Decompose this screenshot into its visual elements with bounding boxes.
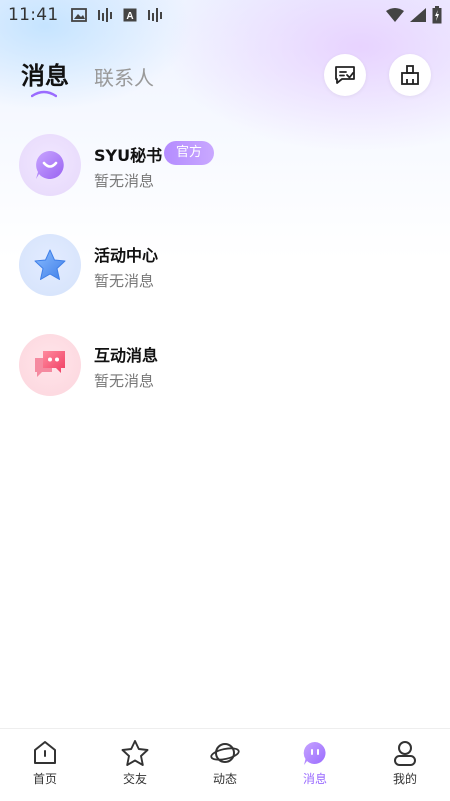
list-item-syu-secretary[interactable]: SYU秘书 官方 暂无消息: [0, 130, 450, 230]
clean-button[interactable]: [389, 54, 431, 96]
avatar: [19, 334, 81, 396]
status-time: 11:41: [8, 5, 59, 25]
nav-label: 消息: [302, 772, 327, 786]
nav-label: 交友: [122, 772, 147, 786]
nav-label: 动态: [212, 772, 237, 786]
nav-label: 首页: [32, 772, 57, 786]
battery-icon: [432, 6, 442, 24]
official-badge: 官方: [164, 141, 215, 165]
chat-bubble-icon: [36, 151, 64, 179]
star-icon: [34, 249, 66, 280]
nav-profile[interactable]: 我的: [360, 729, 450, 801]
tab-messages[interactable]: 消息: [21, 56, 69, 91]
nav-messages[interactable]: 消息: [270, 729, 360, 801]
wifi-icon: [386, 8, 404, 22]
message-subtitle: 暂无消息: [94, 172, 155, 190]
nav-friends[interactable]: 交友: [90, 729, 180, 801]
bottom-nav: 首页 交友 动态 消息 我的: [0, 728, 450, 801]
nav-label: 我的: [392, 772, 417, 786]
planet-icon: [210, 743, 240, 763]
waveform-icon: [97, 8, 112, 22]
header: 消息 联系人: [0, 50, 450, 110]
list-item-activity-center[interactable]: 活动中心 暂无消息: [0, 230, 450, 330]
message-list: SYU秘书 官方 暂无消息 活动中心 暂无消息 互动消息 暂无消息: [0, 130, 450, 430]
avatar: [19, 234, 81, 296]
nav-home[interactable]: 首页: [0, 729, 90, 801]
message-title: 互动消息: [94, 346, 159, 365]
read-all-icon: [335, 66, 355, 84]
message-title: SYU秘书: [94, 146, 163, 165]
image-icon: [70, 8, 87, 22]
interaction-icon: [35, 351, 65, 377]
read-all-button[interactable]: [324, 54, 366, 96]
avatar: [19, 134, 81, 196]
home-icon: [34, 741, 56, 764]
nav-feed[interactable]: 动态: [180, 729, 270, 801]
message-subtitle: 暂无消息: [94, 372, 155, 390]
signal-icon: [410, 8, 426, 22]
status-bar: 11:41 A: [0, 0, 450, 30]
clean-icon: [401, 65, 419, 85]
star-outline-icon: [121, 740, 149, 766]
font-icon: A: [123, 8, 136, 22]
message-icon: [303, 741, 326, 765]
message-subtitle: 暂无消息: [94, 272, 155, 290]
tab-active-indicator: [31, 90, 57, 98]
message-title: 活动中心: [94, 246, 159, 265]
user-icon: [394, 741, 416, 766]
list-item-interaction-messages[interactable]: 互动消息 暂无消息: [0, 330, 450, 430]
svg-text:A: A: [126, 11, 133, 22]
tab-contacts[interactable]: 联系人: [94, 62, 154, 91]
waveform-icon: [147, 8, 162, 22]
